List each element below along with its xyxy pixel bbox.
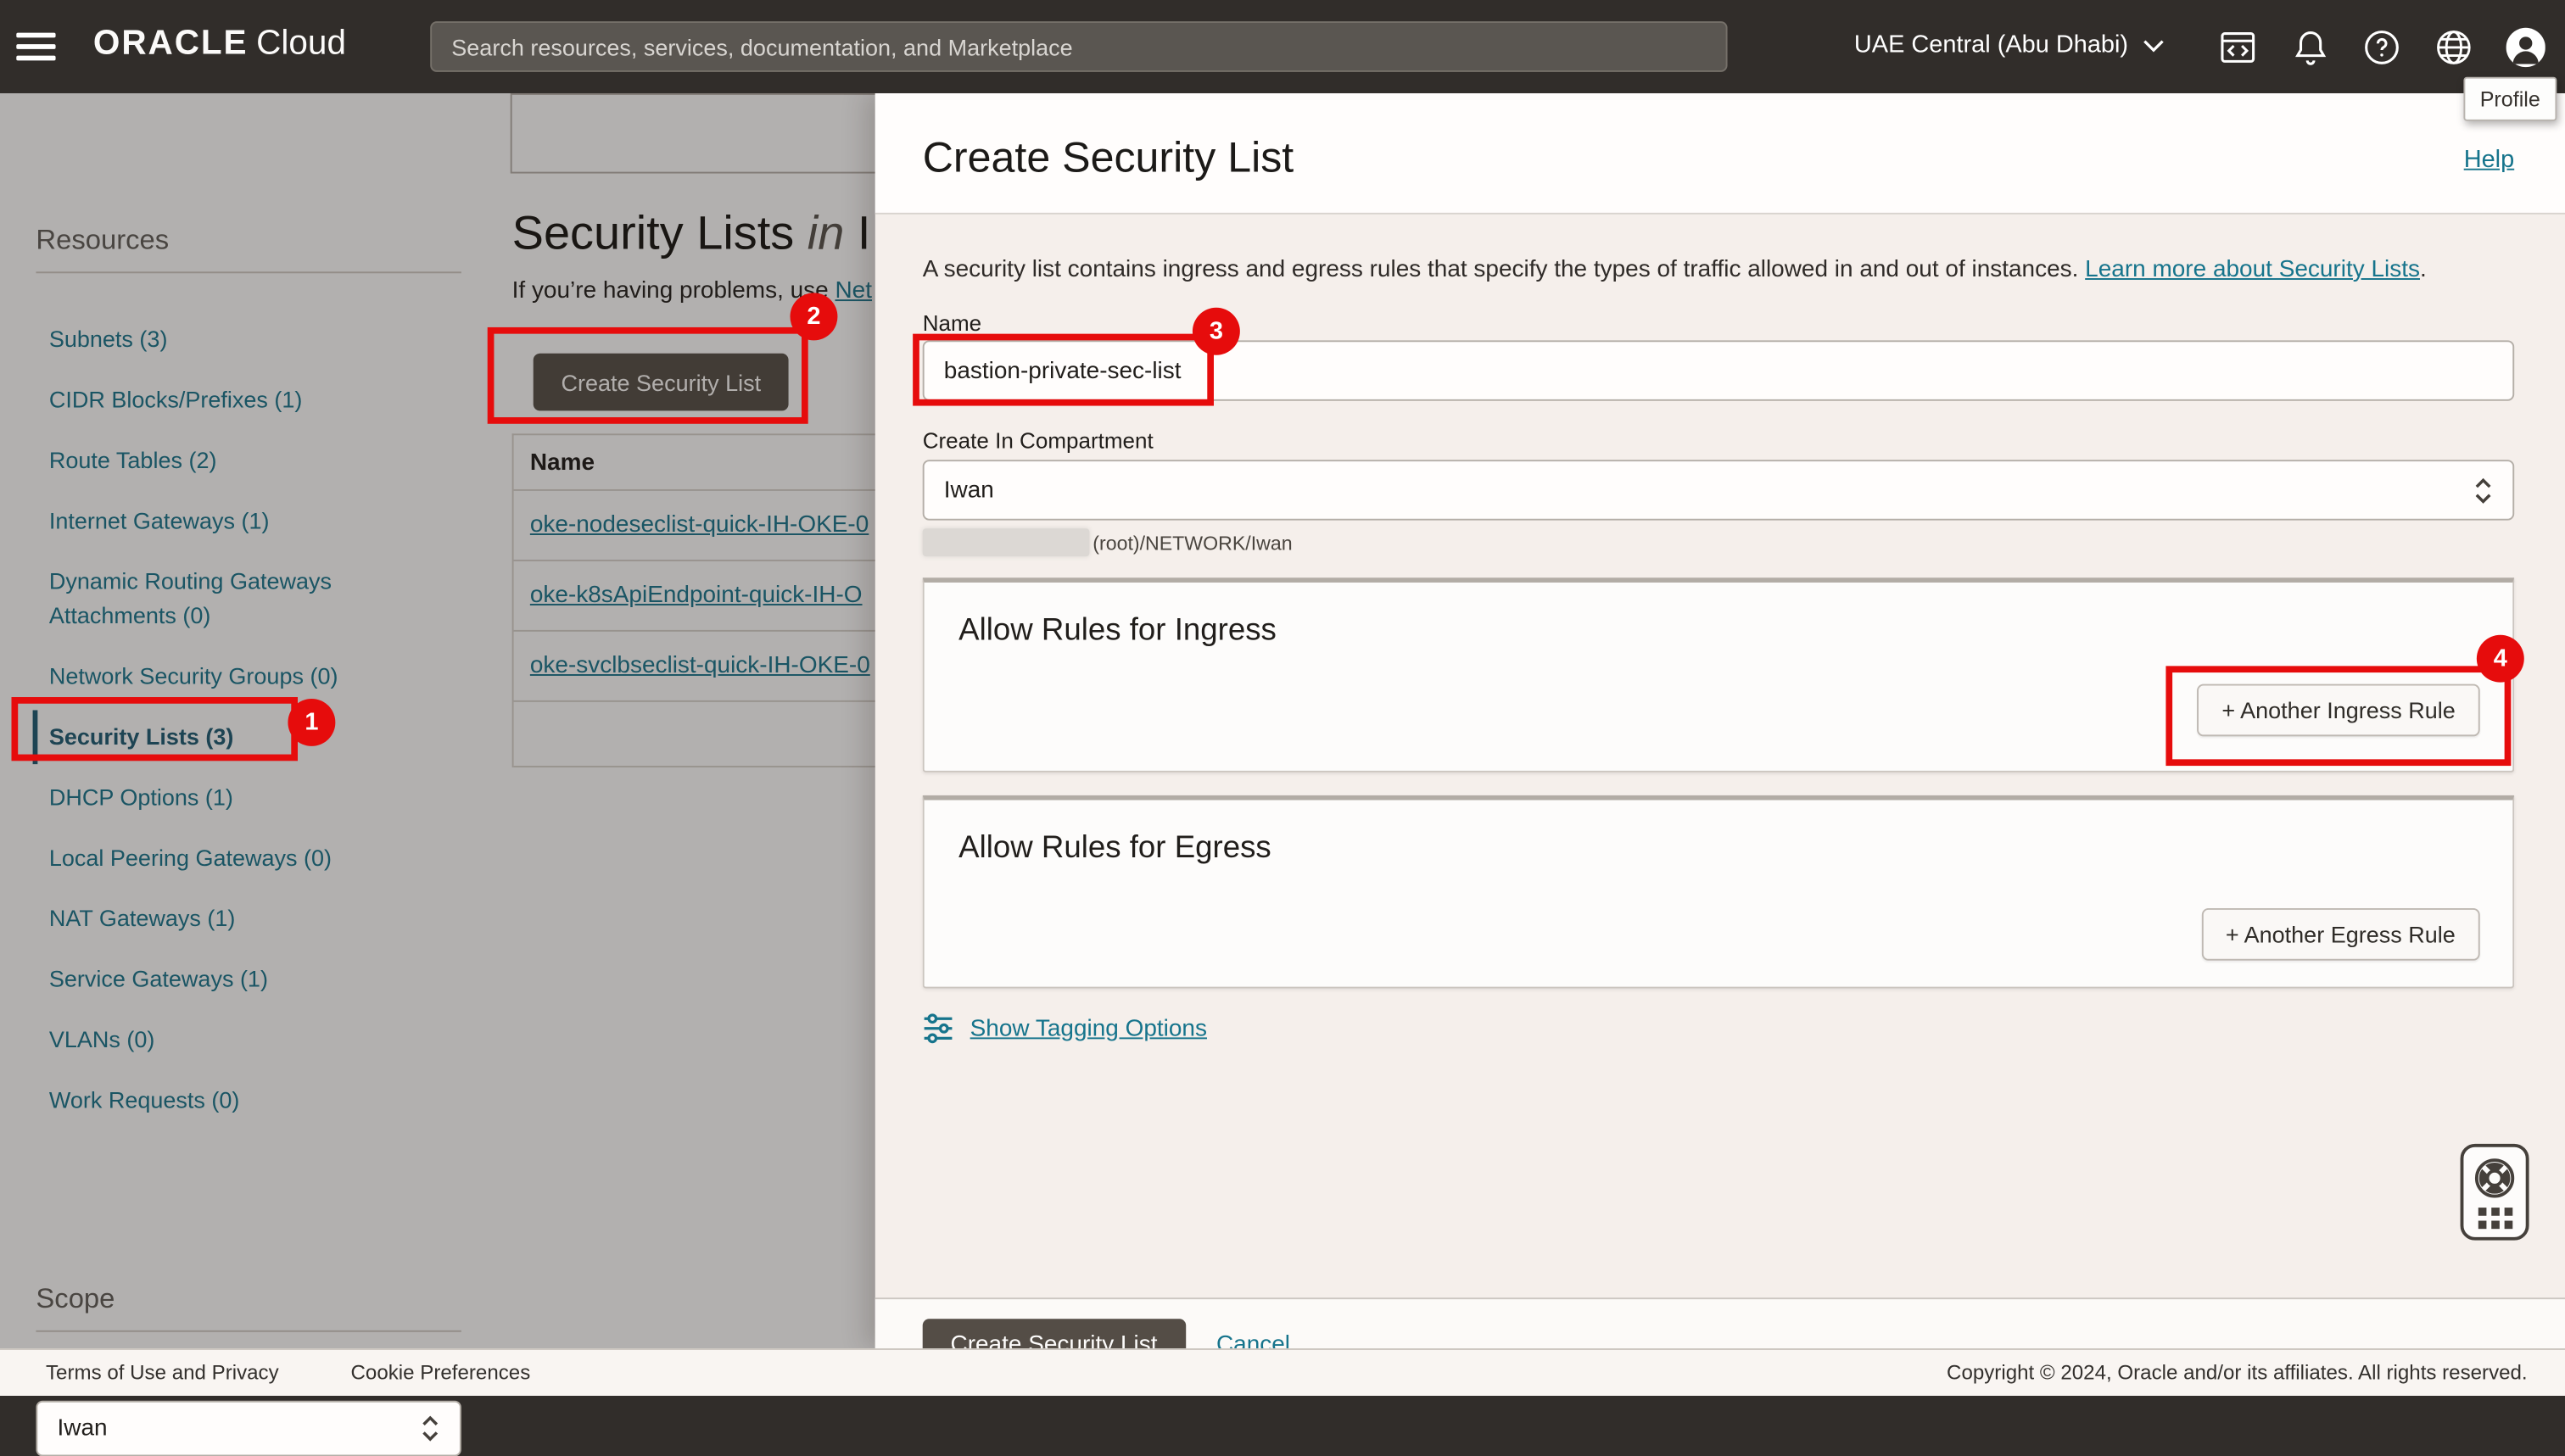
chevron-down-icon xyxy=(2143,38,2164,51)
ingress-rules-card: Allow Rules for Ingress + Another Ingres… xyxy=(923,577,2514,773)
learn-more-link[interactable]: Learn more about Security Lists xyxy=(2085,257,2420,283)
ingress-heading: Allow Rules for Ingress xyxy=(958,614,2512,650)
tagging-sliders-icon xyxy=(923,1013,954,1044)
profile-tooltip: Profile xyxy=(2463,77,2557,121)
brand-cloud: Cloud xyxy=(256,25,346,62)
annotation-badge-3: 3 xyxy=(1193,308,1240,355)
annotation-badge-1: 1 xyxy=(288,699,335,746)
create-security-list-panel: Create Security List Help A security lis… xyxy=(875,93,2565,1348)
panel-description: A security list contains ingress and egr… xyxy=(923,257,2514,283)
select-chevrons-icon xyxy=(421,1414,440,1443)
cookie-preferences-link[interactable]: Cookie Preferences xyxy=(351,1361,531,1384)
copyright-text: Copyright © 2024, Oracle and/or its affi… xyxy=(1947,1361,2528,1384)
oracle-cloud-logo[interactable]: ORACLECloud xyxy=(93,25,346,64)
oracle-cloud-console: ORACLECloud UAE Central (Abu Dhabi) xyxy=(0,0,2565,1396)
name-input[interactable] xyxy=(923,340,2514,400)
select-chevrons-icon xyxy=(2473,476,2493,505)
egress-heading: Allow Rules for Egress xyxy=(958,831,2512,867)
name-label: Name xyxy=(923,310,2514,338)
annotation-badge-2: 2 xyxy=(790,293,837,340)
compartment-select-value: Iwan xyxy=(57,1415,107,1442)
top-navigation-bar: ORACLECloud UAE Central (Abu Dhabi) xyxy=(0,0,2565,93)
support-launcher-widget[interactable] xyxy=(2461,1144,2529,1241)
brand-oracle: ORACLE xyxy=(93,25,249,62)
profile-avatar-icon[interactable] xyxy=(2506,25,2545,68)
redacted-tenancy-name xyxy=(923,528,1090,556)
compartment-path-row: (root)/NETWORK/Iwan xyxy=(923,528,2514,556)
hamburger-menu-icon[interactable] xyxy=(16,33,55,61)
life-ring-help-icon xyxy=(2472,1155,2518,1201)
page-footer: Terms of Use and Privacy Cookie Preferen… xyxy=(0,1348,2565,1396)
another-ingress-rule-button[interactable]: + Another Ingress Rule xyxy=(2197,684,2479,737)
tagging-options-row: Show Tagging Options xyxy=(923,1013,2514,1044)
compartment-path: (root)/NETWORK/Iwan xyxy=(1092,531,1292,554)
create-in-compartment-label: Create In Compartment xyxy=(923,427,2514,455)
region-selector[interactable]: UAE Central (Abu Dhabi) xyxy=(1854,31,2165,59)
create-in-compartment-select[interactable]: Iwan xyxy=(923,460,2514,520)
terms-link[interactable]: Terms of Use and Privacy xyxy=(46,1361,279,1384)
panel-title: Create Security List xyxy=(923,132,1294,183)
compartment-value: Iwan xyxy=(944,477,994,503)
annotation-badge-4: 4 xyxy=(2477,635,2524,683)
panel-body: A security list contains ingress and egr… xyxy=(875,257,2565,1389)
language-globe-icon[interactable] xyxy=(2434,25,2473,68)
another-egress-rule-button[interactable]: + Another Egress Rule xyxy=(2201,908,2480,961)
notifications-bell-icon[interactable] xyxy=(2290,25,2329,68)
developer-console-icon[interactable] xyxy=(2218,25,2257,68)
help-link[interactable]: Help xyxy=(2464,146,2515,174)
panel-header: Create Security List Help xyxy=(875,93,2565,215)
compartment-select[interactable]: Iwan xyxy=(36,1401,461,1456)
show-tagging-options-link[interactable]: Show Tagging Options xyxy=(970,1015,1207,1041)
profile-tooltip-label: Profile xyxy=(2480,86,2540,111)
egress-rules-card: Allow Rules for Egress + Another Egress … xyxy=(923,795,2514,989)
apps-grid-icon xyxy=(2478,1208,2512,1229)
region-label: UAE Central (Abu Dhabi) xyxy=(1854,31,2128,59)
help-icon[interactable] xyxy=(2362,25,2401,68)
search-input[interactable] xyxy=(430,21,1727,72)
